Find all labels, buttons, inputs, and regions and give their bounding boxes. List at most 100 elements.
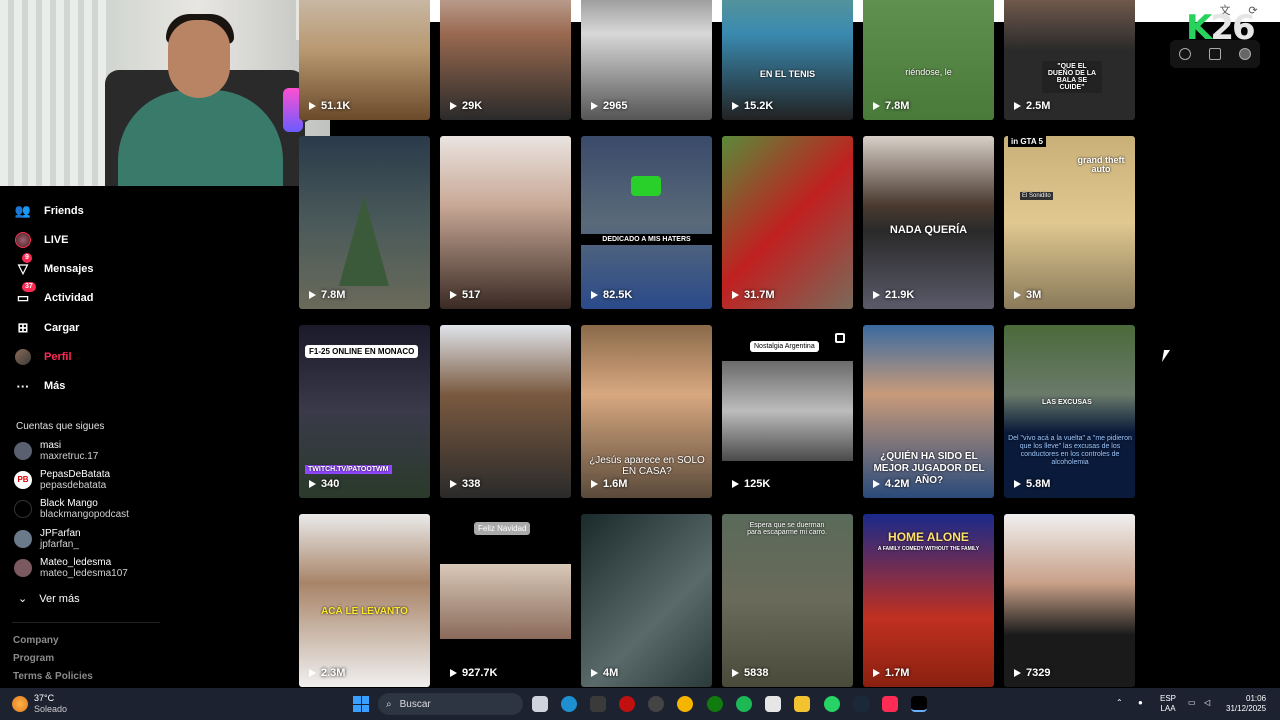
account-handle: blackmangopodcast (40, 509, 129, 520)
windows-start-icon[interactable] (353, 696, 369, 712)
view-count: 338 (450, 478, 480, 490)
video-tile[interactable]: 7.8M (299, 136, 430, 309)
account-name: PepasDeBatata (40, 469, 111, 480)
video-tile[interactable]: riéndose, le 7.8M (863, 0, 994, 120)
xbox-icon[interactable] (707, 696, 723, 712)
video-tile[interactable]: in GTA 5 grand theft auto El Sonidito 3M (1004, 136, 1135, 309)
see-more-button[interactable]: ⌄ Ver más (18, 592, 80, 606)
following-account[interactable]: Mateo_ledesma mateo_ledesma107 (14, 555, 128, 581)
tiktok-active-icon[interactable] (911, 696, 927, 712)
nav-activity[interactable]: ▭ 37 Actividad (14, 282, 94, 309)
video-tile[interactable]: Espera que se duerman para escaparme mi … (722, 514, 853, 687)
play-icon (873, 669, 880, 677)
video-tile[interactable]: 51.1K (299, 0, 430, 120)
sun-icon (12, 696, 28, 712)
video-tile[interactable]: HOME ALONE A FAMILY COMEDY WITHOUT THE F… (863, 514, 994, 687)
chevron-up-icon[interactable]: ⌃ (1116, 698, 1123, 708)
following-account[interactable]: PB PepasDeBatata pepasdebatata (14, 467, 110, 493)
view-count: 340 (309, 478, 339, 490)
nav-friends[interactable]: 👥 Friends (14, 200, 84, 222)
footer-company-link[interactable]: Company (13, 635, 59, 646)
user-avatar-icon[interactable] (1239, 48, 1251, 60)
steam-icon[interactable] (853, 696, 869, 712)
volume-icon[interactable]: ◁ (1204, 698, 1210, 708)
weather-widget[interactable]: 37°C Soleado (12, 693, 67, 715)
video-tile[interactable]: EN EL TENIS 15.2K (722, 0, 853, 120)
video-caption: Feliz Navidad (474, 522, 531, 535)
vintage-photo (722, 361, 853, 461)
taskbar-search[interactable]: ⌕ Buscar (378, 693, 523, 715)
app-icon[interactable] (648, 696, 664, 712)
video-caption: riéndose, le (905, 67, 952, 77)
edge-icon[interactable] (561, 696, 577, 712)
app-icon[interactable] (590, 696, 606, 712)
video-tile[interactable]: "QUE EL DUEÑO DE LA BALA SE CUIDE" 2.5M (1004, 0, 1135, 120)
following-account[interactable]: JPFarfan jpfarfan_ (14, 526, 81, 552)
chevron-down-icon: ⌄ (18, 593, 28, 605)
microphone-icon[interactable]: ● (1138, 698, 1143, 708)
compass-icon[interactable] (1179, 48, 1191, 60)
nav-friends-label: Friends (44, 205, 84, 217)
language-indicator[interactable]: ESP LAA (1160, 694, 1176, 714)
video-tile[interactable]: 31.7M (722, 136, 853, 309)
following-account[interactable]: masi maxretruc.17 (14, 438, 98, 464)
video-tile[interactable]: 29K (440, 0, 571, 120)
video-tile[interactable]: 7329 (1004, 514, 1135, 687)
view-count: 29K (450, 100, 482, 112)
play-icon (591, 669, 598, 677)
video-tile[interactable]: ¿QUIÉN HA SIDO EL MEJOR JUGADOR DEL AÑO?… (863, 325, 994, 498)
capcut-icon[interactable] (765, 696, 781, 712)
video-caption: NADA QUERÍA (889, 224, 968, 236)
nav-upload[interactable]: ⊞ Cargar (14, 317, 80, 339)
whatsapp-icon[interactable] (824, 696, 840, 712)
floating-controls (1170, 40, 1260, 68)
video-tile[interactable]: ACÁ LE LEVANTO 2.3M (299, 514, 430, 687)
play-icon (309, 102, 316, 110)
video-tile[interactable]: 4M (581, 514, 712, 687)
nav-messages[interactable]: ▽ 9 Mensajes (14, 253, 94, 280)
nav-profile[interactable]: Perfil (14, 346, 72, 368)
nav-more[interactable]: ··· Más (14, 375, 66, 397)
play-icon (309, 669, 316, 677)
video-tile[interactable]: NADA QUERÍA 21.9K (863, 136, 994, 309)
footer-program-link[interactable]: Program (13, 653, 54, 664)
webcam-curtain (0, 0, 110, 186)
nav-live[interactable]: LIVE (14, 229, 68, 251)
network-icon[interactable]: ▭ (1188, 698, 1196, 708)
upload-plus-icon: ⊞ (17, 320, 29, 335)
video-tile[interactable]: 517 (440, 136, 571, 309)
video-tile[interactable]: ¿Jesús aparece en SOLO EN CASA? 1.6M (581, 325, 712, 498)
video-caption: Espera que se duerman para escaparme mi … (747, 522, 827, 536)
play-icon (873, 102, 880, 110)
nav-live-label: LIVE (44, 234, 69, 246)
video-tile[interactable]: F1-25 ONLINE EN MONACO TWITCH.TV/PATOOTW… (299, 325, 430, 498)
video-tile[interactable]: 2965 (581, 0, 712, 120)
video-tile[interactable]: DEDICADO A MIS HATERS 82.5K (581, 136, 712, 309)
weather-condition: Soleado (34, 704, 68, 714)
play-icon (450, 669, 457, 677)
folder-icon[interactable] (794, 696, 810, 712)
footer-terms-link[interactable]: Terms & Policies (13, 671, 93, 682)
account-handle: mateo_ledesma107 (40, 568, 128, 579)
account-name: Mateo_ledesma (40, 557, 112, 568)
video-tile[interactable]: LAS EXCUSAS Del "vivo acá a la vuelta" a… (1004, 325, 1135, 498)
video-caption: "QUE EL DUEÑO DE LA BALA SE CUIDE" (1042, 61, 1102, 93)
tiktok-icon[interactable] (882, 696, 898, 712)
phone-icon[interactable] (1209, 48, 1221, 60)
view-count: 2.5M (1014, 100, 1050, 112)
video-caption: Nostalgia Argentina (750, 341, 819, 352)
profile-avatar-icon (14, 348, 32, 366)
play-icon (309, 480, 316, 488)
spotify-icon[interactable] (736, 696, 752, 712)
taskbar-clock[interactable]: 01:06 31/12/2025 (1226, 694, 1266, 714)
app-icon[interactable] (619, 696, 635, 712)
account-avatar (14, 530, 32, 548)
chrome-icon[interactable] (677, 696, 693, 712)
video-tile[interactable]: Nostalgia Argentina 125K (722, 325, 853, 498)
taskbar-search-label: Buscar (399, 698, 431, 710)
view-count: 7.8M (309, 289, 345, 301)
task-view-icon[interactable] (532, 696, 548, 712)
video-tile[interactable]: Feliz Navidad 927.7K (440, 514, 571, 687)
video-tile[interactable]: 338 (440, 325, 571, 498)
following-account[interactable]: Black Mango blackmangopodcast (14, 496, 129, 522)
